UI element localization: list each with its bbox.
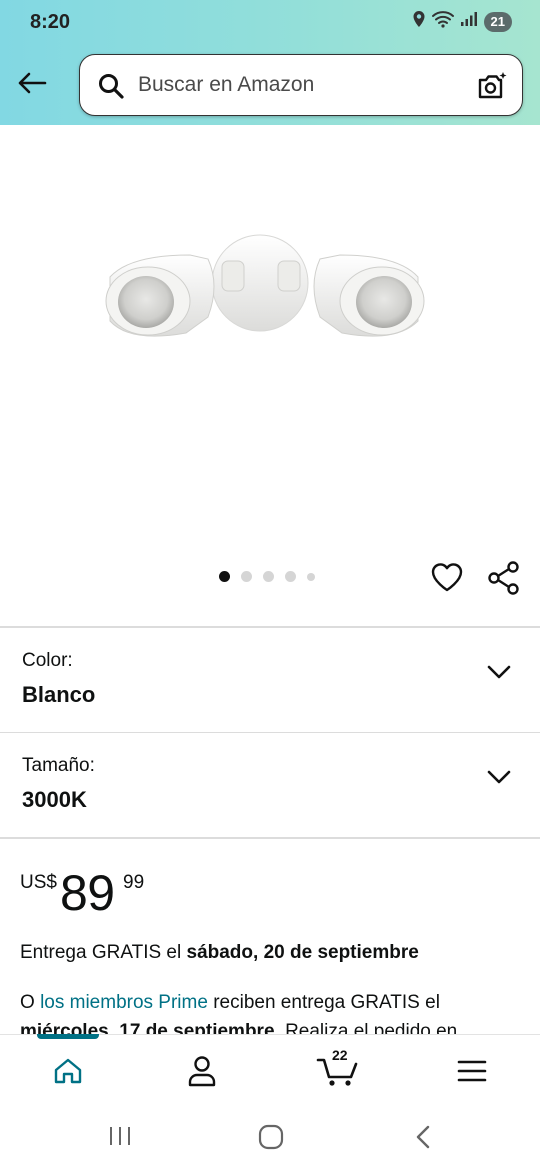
product-gallery[interactable] — [0, 125, 540, 625]
chevron-down-icon — [486, 769, 512, 790]
color-selector[interactable]: Color: Blanco — [0, 628, 540, 732]
location-icon — [412, 10, 426, 33]
color-label: Color: — [22, 650, 73, 671]
section-divider — [0, 837, 540, 839]
product-image[interactable] — [90, 225, 440, 380]
home-icon — [54, 1058, 82, 1084]
bottom-nav: 22 — [0, 1034, 540, 1110]
share-icon[interactable] — [487, 561, 521, 600]
search-bar[interactable] — [79, 54, 523, 116]
price-whole: 89 — [60, 865, 115, 921]
person-icon — [188, 1056, 216, 1087]
pagination-dot[interactable] — [219, 571, 230, 582]
prime-members-link[interactable]: los miembros Prime — [40, 992, 208, 1013]
arrow-left-icon — [18, 72, 47, 94]
active-tab-indicator — [37, 1034, 99, 1039]
image-pagination[interactable] — [219, 571, 315, 582]
delivery-message: Entrega GRATIS el sábado, 20 de septiemb… — [20, 942, 419, 964]
size-value: 3000K — [22, 787, 87, 812]
system-back-icon[interactable] — [412, 1124, 434, 1155]
nav-account[interactable] — [180, 1051, 224, 1091]
app-header: 8:20 21 — [0, 0, 540, 125]
delivery-date: sábado, 20 de septiembre — [186, 942, 419, 963]
status-icons: 21 — [412, 10, 512, 33]
search-icon — [98, 73, 124, 104]
signal-icon — [460, 11, 478, 32]
camera-search-icon[interactable] — [476, 70, 508, 107]
size-label: Tamaño: — [22, 755, 95, 776]
pagination-dot[interactable] — [285, 571, 296, 582]
chevron-down-icon — [486, 664, 512, 685]
cart-count: 22 — [332, 1047, 348, 1063]
color-value: Blanco — [22, 682, 96, 707]
pagination-dot[interactable] — [263, 571, 274, 582]
pagination-dot[interactable] — [241, 571, 252, 582]
system-nav-bar — [0, 1110, 540, 1170]
status-time: 8:20 — [30, 11, 71, 33]
nav-home[interactable] — [46, 1051, 90, 1091]
pagination-dot[interactable] — [307, 572, 315, 581]
search-input[interactable] — [138, 67, 458, 103]
status-bar: 8:20 21 — [0, 0, 540, 44]
back-button[interactable] — [14, 68, 50, 98]
home-button-icon[interactable] — [258, 1124, 284, 1155]
battery-indicator: 21 — [483, 11, 512, 32]
size-selector[interactable]: Tamaño: 3000K — [0, 733, 540, 837]
delivery-prefix: Entrega GRATIS el — [20, 942, 187, 963]
prime-prefix: O — [20, 992, 41, 1013]
nav-cart[interactable]: 22 — [314, 1047, 362, 1091]
nav-menu[interactable] — [450, 1051, 494, 1091]
hamburger-menu-icon — [457, 1060, 487, 1082]
recent-apps-icon[interactable] — [108, 1124, 132, 1153]
price-currency: US$ — [20, 872, 57, 893]
wifi-icon — [431, 10, 454, 33]
prime-middle: reciben entrega GRATIS el — [207, 992, 440, 1013]
heart-icon[interactable] — [430, 561, 464, 598]
price-fraction: 99 — [123, 872, 145, 893]
